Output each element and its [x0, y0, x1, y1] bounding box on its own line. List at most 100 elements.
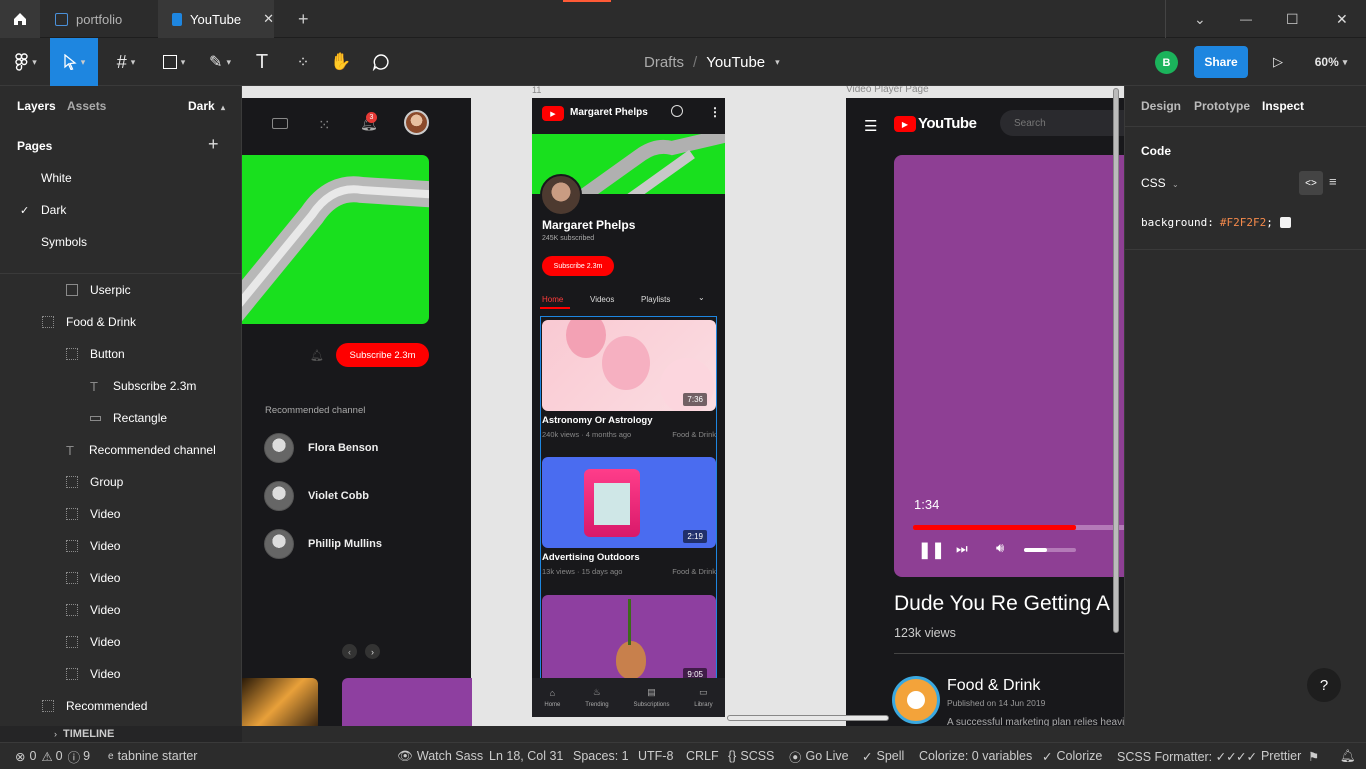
canvas[interactable]: ⁙ 🔔︎ 3 🔔︎ Subscribe 2.3m Recommended cha… [242, 86, 1124, 726]
nav-subscriptions[interactable]: ▤ Subscriptions [633, 687, 669, 708]
layer-row-video[interactable]: Video [0, 498, 241, 530]
frame-channel-desktop[interactable]: ⁙ 🔔︎ 3 🔔︎ Subscribe 2.3m Recommended cha… [242, 98, 472, 726]
video-card[interactable]: 9:05 [542, 595, 716, 686]
text-tool-button[interactable]: T [246, 38, 278, 86]
shape-tool-button[interactable]: ▾ [154, 38, 194, 86]
frame-tool-button[interactable]: # ▾ [106, 38, 146, 86]
tab-playlists[interactable]: Playlists [641, 295, 670, 304]
nav-library[interactable]: ▭ Library [694, 687, 712, 708]
language-mode[interactable]: {} SCSS [728, 743, 774, 769]
apps-grid-icon[interactable]: ⁙ [318, 116, 331, 134]
prettier-status[interactable]: ✓✓ Prettier [1236, 743, 1301, 769]
subscribe-button[interactable]: Subscribe 2.3m [542, 256, 614, 276]
tab-inspect[interactable]: Inspect [1262, 99, 1304, 113]
page-item-white[interactable]: White [0, 162, 241, 194]
comment-tool-button[interactable] [366, 38, 396, 86]
channel-row[interactable]: Flora Benson [264, 433, 378, 463]
layer-row-video[interactable]: Video [0, 658, 241, 690]
home-button[interactable] [0, 0, 40, 38]
colorize-variables[interactable]: Colorize: 0 variables [919, 743, 1032, 769]
layer-row-food-drink[interactable]: Food & Drink [0, 306, 241, 338]
chevron-down-icon[interactable]: ▾ [775, 57, 780, 68]
bell-outline-icon[interactable]: 🔔︎ [310, 349, 324, 362]
timeline-panel[interactable]: › TIMELINE [0, 726, 242, 742]
hand-tool-button[interactable]: ✋ [326, 38, 356, 86]
close-window-icon[interactable]: ✕ [1322, 0, 1348, 38]
layer-row-video[interactable]: Video [0, 530, 241, 562]
feedback-icon[interactable]: ⚑ [1308, 743, 1319, 769]
channel-name[interactable]: Food & Drink [947, 677, 1040, 695]
dropdown-icon[interactable]: ⌄ [1180, 0, 1206, 38]
code-view-icon[interactable]: <> [1299, 171, 1323, 195]
search-icon[interactable] [671, 105, 683, 117]
layer-row-recommended[interactable]: Recommended [0, 690, 241, 722]
tab-youtube[interactable]: YouTube ✕ [158, 0, 274, 38]
layer-row-group[interactable]: Group [0, 466, 241, 498]
resources-button[interactable]: ⁘ [288, 38, 318, 86]
channel-row[interactable]: Phillip Mullins [264, 529, 382, 559]
layer-row-userpic[interactable]: Userpic [0, 274, 241, 306]
vertical-scrollbar[interactable] [1113, 88, 1119, 633]
tab-design[interactable]: Design [1141, 99, 1181, 113]
more-vertical-icon[interactable]: ⋮ [709, 105, 721, 119]
pause-icon[interactable]: ❚❚ [918, 540, 945, 560]
layer-row-video[interactable]: Video [0, 626, 241, 658]
minimize-icon[interactable]: — [1226, 0, 1252, 38]
frame-channel-mobile[interactable]: ▶ Margaret Phelps ⋮ Margaret Phelps 245K… [532, 98, 725, 717]
main-menu-button[interactable]: ▾ [6, 38, 46, 86]
encoding[interactable]: UTF-8 [638, 743, 673, 769]
tab-portfolio[interactable]: portfolio [41, 0, 158, 38]
video-camera-icon[interactable] [272, 118, 288, 129]
page-item-dark[interactable]: ✓ Dark [0, 194, 241, 226]
breadcrumb-drafts[interactable]: Drafts [644, 54, 684, 71]
add-page-icon[interactable]: + [208, 134, 219, 155]
spell-check[interactable]: ✓ Spell [862, 743, 904, 769]
layer-row-rectangle[interactable]: Rectangle [0, 402, 241, 434]
cursor-position[interactable]: Ln 18, Col 31 [489, 743, 563, 769]
nav-trending[interactable]: ♨ Trending [585, 687, 608, 708]
layer-row-subscribe-text[interactable]: T Subscribe 2.3m [0, 370, 241, 402]
channel-row[interactable]: Violet Cobb [264, 481, 369, 511]
channel-avatar[interactable] [892, 676, 940, 724]
chevron-right-icon[interactable]: › [365, 644, 380, 659]
scss-formatter[interactable]: SCSS Formatter: ✓✓ [1117, 743, 1237, 769]
watch-sass-button[interactable]: 👁︎ Watch Sass [397, 743, 483, 769]
close-tab-icon[interactable]: ✕ [263, 11, 274, 27]
nav-home[interactable]: ⌂ Home [544, 688, 560, 708]
page-item-symbols[interactable]: Symbols [0, 226, 241, 258]
horizontal-scrollbar[interactable] [727, 715, 889, 721]
page-selector[interactable]: Dark ▴ [188, 99, 225, 113]
video-card[interactable]: 2:19 Advertising Outdoors 13k views · 15… [542, 457, 716, 576]
tab-home[interactable]: Home [542, 295, 563, 304]
go-live-button[interactable]: ⦿ Go Live [789, 743, 849, 769]
line-ending[interactable]: CRLF [686, 743, 719, 769]
user-avatar[interactable] [404, 110, 429, 135]
list-view-icon[interactable]: ≡ [1329, 174, 1337, 189]
notifications-bell-icon[interactable]: 🔔︎ [1340, 743, 1356, 769]
progress-track[interactable] [913, 525, 1124, 530]
frame-video-player[interactable]: ☰ ▶ YouTube Search 1:34 ❚❚ ⏭︎ 🔊︎ Dude Yo… [846, 98, 1124, 726]
tab-assets[interactable]: Assets [67, 99, 106, 113]
chevron-down-icon[interactable]: ⌄ [698, 293, 705, 302]
tab-layers[interactable]: Layers [17, 99, 56, 113]
skip-next-icon[interactable]: ⏭︎ [956, 541, 968, 557]
problems-indicator[interactable]: ⊗ 0 ⚠ 0 ⓘ 9 [15, 743, 90, 769]
tabnine-status[interactable]: e tabnine starter [108, 743, 197, 769]
subscribe-button[interactable]: Subscribe 2.3m [336, 343, 429, 367]
layer-row-recommended-channel[interactable]: T Recommended channel [0, 434, 241, 466]
maximize-icon[interactable]: ☐ [1272, 0, 1299, 38]
tab-videos[interactable]: Videos [590, 295, 614, 304]
search-input[interactable]: Search [1000, 110, 1124, 136]
share-button[interactable]: Share [1194, 46, 1248, 78]
new-tab-button[interactable]: + [284, 0, 309, 38]
volume-icon[interactable]: 🔊︎ [996, 540, 1004, 556]
tab-prototype[interactable]: Prototype [1194, 99, 1250, 113]
zoom-dropdown[interactable]: 60% ▾ [1306, 38, 1356, 86]
indentation[interactable]: Spaces: 1 [573, 743, 629, 769]
video-player[interactable]: 1:34 ❚❚ ⏭︎ 🔊︎ [894, 155, 1124, 577]
file-name[interactable]: YouTube [706, 54, 765, 71]
chevron-left-icon[interactable]: ‹ [342, 644, 357, 659]
colorize-toggle[interactable]: ✓ Colorize [1042, 743, 1102, 769]
layer-row-video[interactable]: Video [0, 562, 241, 594]
language-dropdown[interactable]: CSS ⌄ [1141, 176, 1179, 190]
